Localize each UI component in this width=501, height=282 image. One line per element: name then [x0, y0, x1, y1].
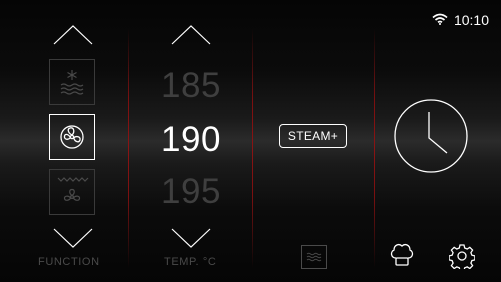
top-heat-fan-function-button[interactable] [49, 169, 95, 215]
divider [128, 28, 129, 268]
temperature-label: TEMP. °C [164, 256, 217, 268]
gear-icon [448, 244, 476, 272]
heater-icon [306, 252, 322, 262]
clock-time: 10:10 [453, 12, 489, 28]
divider [374, 28, 375, 268]
wifi-icon [432, 12, 448, 28]
recipes-button[interactable] [389, 241, 415, 273]
status-bar: 10:10 [432, 12, 489, 28]
temperature-option[interactable]: 185 [131, 66, 251, 106]
temperature-down-button[interactable] [171, 228, 211, 248]
chef-hat-icon [390, 243, 414, 266]
temperature-selected[interactable]: 190 [131, 120, 251, 160]
temperature-up-button[interactable] [171, 25, 211, 45]
fan-function-button[interactable] [49, 114, 95, 160]
function-up-button[interactable] [53, 25, 93, 45]
heater-button[interactable] [301, 245, 327, 269]
steam-plus-button[interactable]: STEAM+ [279, 124, 347, 148]
defrost-function-button[interactable] [49, 59, 95, 105]
divider [252, 28, 253, 268]
temperature-option[interactable]: 195 [131, 172, 251, 212]
settings-button[interactable] [448, 243, 476, 273]
function-down-button[interactable] [53, 228, 93, 248]
oven-control-screen: 10:10 FUNCTION 185 190 195 TEMP. °C STEA… [0, 0, 501, 282]
fan-icon [60, 125, 84, 149]
function-label: FUNCTION [38, 256, 100, 268]
clock-icon [394, 99, 468, 173]
defrost-icon [60, 70, 84, 95]
top-heat-fan-icon [57, 177, 89, 201]
timer-button[interactable] [393, 98, 469, 178]
